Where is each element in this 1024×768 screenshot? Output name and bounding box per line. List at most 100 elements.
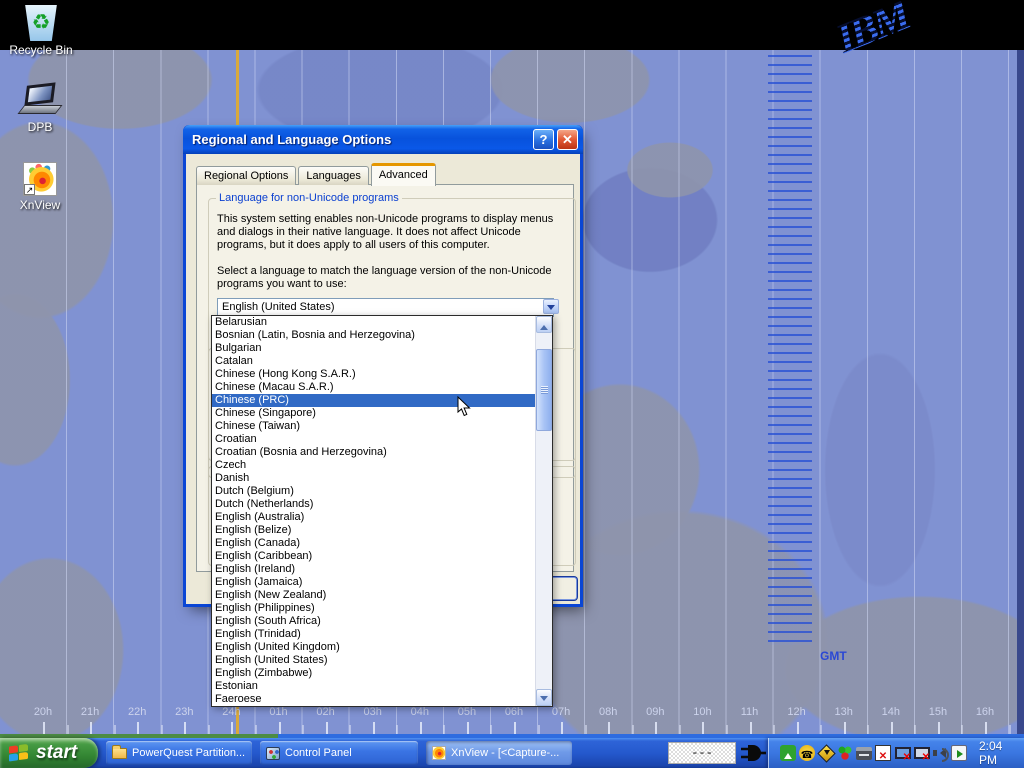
language-option[interactable]: Chinese (PRC) [212,394,535,407]
timezone-label: 01h [258,706,300,718]
timezone-label: 07h [540,706,582,718]
icon-label: DPB [28,120,53,134]
language-option[interactable]: English (Ireland) [212,563,535,576]
tab-regional-options[interactable]: Regional Options [196,166,296,185]
language-option[interactable]: English (Belize) [212,524,535,537]
non-unicode-instruction: Select a language to match the language … [217,265,557,291]
language-option[interactable]: English (New Zealand) [212,589,535,602]
language-option[interactable]: English (Trinidad) [212,628,535,641]
timezone-tick [443,725,445,734]
partition-alert-icon[interactable] [818,745,834,761]
display-error-icon[interactable] [913,745,929,761]
language-option[interactable]: Estonian [212,680,535,693]
language-option[interactable]: Croatian [212,433,535,446]
language-option[interactable]: English (Caribbean) [212,550,535,563]
help-button[interactable]: ? [533,129,554,150]
language-option[interactable]: Catalan [212,355,535,368]
timezone-label: 10h [681,706,723,718]
timezone-label: 20h [22,706,64,718]
timezone-label: 04h [399,706,441,718]
language-option[interactable]: Bosnian (Latin, Bosnia and Herzegovina) [212,329,535,342]
language-option[interactable]: English (Canada) [212,537,535,550]
dialog-titlebar[interactable]: Regional and Language Options ? ✕ [183,125,583,154]
laptop-icon [18,84,62,118]
groupbox-caption: Language for non-Unicode programs [216,192,402,204]
battery-meter-deskband[interactable]: --- [668,742,736,764]
language-option[interactable]: English (South Africa) [212,615,535,628]
close-button[interactable]: ✕ [557,129,578,150]
media-player-icon[interactable] [951,745,967,761]
combobox-dropdown-arrow-icon[interactable] [543,299,559,314]
icon-label: Recycle Bin [9,43,72,57]
timezone-label: 22h [116,706,158,718]
task-label: Control Panel [285,747,352,759]
scrollbar-thumb[interactable] [536,349,552,431]
language-option[interactable]: English (Jamaica) [212,576,535,589]
language-option[interactable]: Chinese (Macau S.A.R.) [212,381,535,394]
desktop-icon-recycle-bin[interactable]: Recycle Bin [2,5,80,59]
language-option[interactable]: Chinese (Taiwan) [212,420,535,433]
timezone-tick [914,725,916,734]
language-dropdown-list: BelarusianBosnian (Latin, Bosnia and Her… [211,315,553,707]
removable-media-icon[interactable] [780,745,796,761]
language-option[interactable]: English (Australia) [212,511,535,524]
document-error-icon[interactable] [875,745,891,761]
language-option[interactable]: English (Zimbabwe) [212,667,535,680]
timezone-label: 23h [163,706,205,718]
list-scrollbar[interactable] [535,316,552,706]
tab-languages[interactable]: Languages [298,166,368,185]
status-dots-icon[interactable] [837,745,853,761]
map-edge-strip [1017,50,1024,740]
timezone-tick [961,725,963,734]
scroll-down-icon[interactable] [536,689,552,706]
language-option[interactable]: Chinese (Singapore) [212,407,535,420]
system-tray: 2:04 PM [768,738,1024,768]
desktop-icon-dpb[interactable]: DPB [1,84,79,136]
xnview-icon [23,162,57,196]
ac-power-plug-icon [738,741,768,765]
language-option[interactable]: Dutch (Netherlands) [212,498,535,511]
timezone-tick [161,725,163,734]
taskbar-clock[interactable]: 2:04 PM [979,739,1015,767]
tab-advanced[interactable]: Advanced [371,163,436,186]
taskbar-item-control-panel[interactable]: Control Panel [260,741,418,765]
timezone-tick [679,725,681,734]
timezone-label: 24h [210,706,252,718]
language-option[interactable]: Chinese (Hong Kong S.A.R.) [212,368,535,381]
language-option[interactable]: Czech [212,459,535,472]
language-option[interactable]: Danish [212,472,535,485]
language-option[interactable]: Bulgarian [212,342,535,355]
timezone-tick [1009,725,1011,734]
dialog-tabstrip: Regional Options Languages Advanced [196,164,438,185]
scroll-up-icon[interactable] [536,316,552,333]
timezone-label: 12h [776,706,818,718]
printer-icon[interactable] [856,747,872,760]
desktop-icon-xnview[interactable]: XnView [1,162,79,214]
xnview-icon [432,746,446,760]
recycle-bin-icon [23,5,59,41]
volume-icon[interactable] [932,745,948,761]
language-option[interactable]: Dutch (Belgium) [212,485,535,498]
language-option[interactable]: Faeroese [212,693,535,706]
timezone-tick [396,725,398,734]
timezone-label: 02h [305,706,347,718]
language-option[interactable]: English (United States) [212,654,535,667]
dialer-icon[interactable] [799,745,815,761]
taskbar: start PowerQuest Partition... Control Pa… [0,738,1024,768]
taskbar-item-xnview[interactable]: XnView - [<Capture-... [426,741,572,765]
start-button[interactable]: start [0,738,98,768]
gmt-hatched-band [768,55,812,645]
timezone-tick [302,725,304,734]
language-option[interactable]: English (United Kingdom) [212,641,535,654]
timezone-label: 09h [634,706,676,718]
network-error-icon[interactable] [894,745,910,761]
language-option[interactable]: English (Philippines) [212,602,535,615]
gmt-label: GMT [820,649,847,663]
timezone-label: 14h [870,706,912,718]
timezone-label: 08h [587,706,629,718]
windows-flag-icon [9,744,30,763]
language-option[interactable]: Belarusian [212,316,535,329]
start-label: start [36,742,77,764]
language-option[interactable]: Croatian (Bosnia and Herzegovina) [212,446,535,459]
taskbar-item-powerquest[interactable]: PowerQuest Partition... [106,741,252,765]
